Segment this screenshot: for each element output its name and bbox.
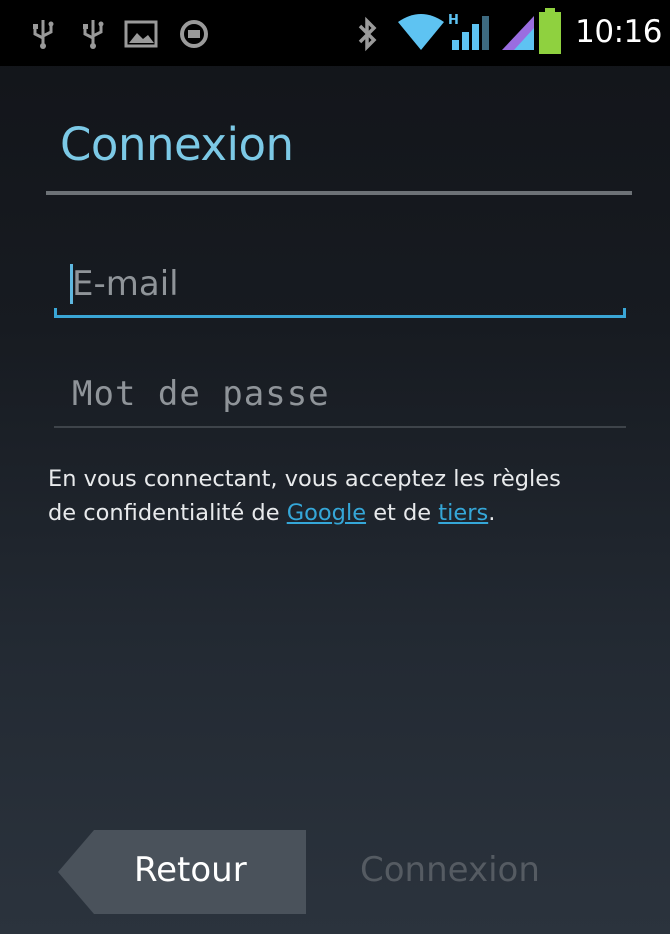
password-field-container bbox=[54, 362, 626, 428]
battery-icon bbox=[539, 8, 561, 54]
google-link[interactable]: Google bbox=[287, 500, 366, 526]
disclaimer-text-middle: et de bbox=[366, 500, 439, 526]
back-button[interactable]: Retour bbox=[58, 830, 306, 914]
password-input[interactable] bbox=[54, 362, 626, 426]
sync-icon bbox=[180, 20, 208, 48]
signal-icon bbox=[502, 16, 534, 50]
wifi-icon bbox=[398, 14, 444, 50]
title-divider bbox=[46, 191, 632, 195]
image-notification-icon bbox=[124, 20, 158, 48]
password-underline bbox=[54, 426, 626, 428]
bluetooth-icon bbox=[358, 16, 377, 52]
email-field-container bbox=[54, 252, 626, 318]
usb-icon bbox=[33, 20, 54, 49]
status-time: 10:16 bbox=[575, 14, 662, 50]
login-screen: H 10:16 Connexion En vous connectant, vo… bbox=[0, 0, 670, 934]
privacy-disclaimer: En vous connectant, vous acceptez les rè… bbox=[48, 462, 588, 530]
connect-button-label: Connexion bbox=[360, 850, 540, 890]
third-party-link[interactable]: tiers bbox=[438, 500, 488, 526]
connect-button[interactable]: Connexion bbox=[340, 830, 580, 914]
email-underline bbox=[54, 308, 626, 318]
svg-text:H: H bbox=[448, 13, 459, 28]
status-bar: H 10:16 bbox=[0, 0, 670, 66]
page-title: Connexion bbox=[60, 118, 294, 171]
email-input[interactable] bbox=[54, 252, 626, 316]
back-button-label: Retour bbox=[134, 850, 247, 890]
signal-h-icon: H bbox=[448, 13, 489, 50]
disclaimer-text-end: . bbox=[488, 500, 496, 526]
text-cursor bbox=[70, 264, 73, 304]
usb-icon bbox=[83, 20, 104, 49]
